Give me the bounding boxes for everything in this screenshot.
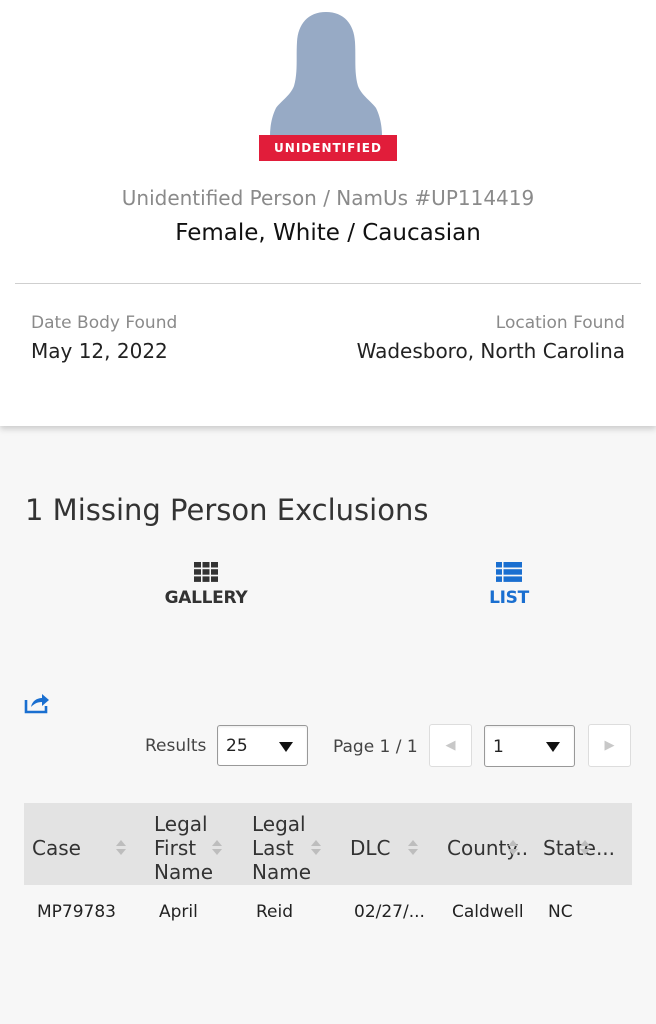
- results-per-page-select[interactable]: 25: [217, 725, 308, 766]
- sort-icon[interactable]: [311, 838, 321, 858]
- tab-list[interactable]: LIST: [449, 562, 569, 608]
- column-header-first-name[interactable]: Legal First Name: [154, 812, 213, 884]
- cell-case[interactable]: MP79783: [37, 902, 116, 922]
- sort-icon[interactable]: [580, 838, 590, 858]
- page-info: Page 1 / 1: [333, 737, 418, 757]
- cell-state: NC: [548, 902, 573, 922]
- person-silhouette-icon: [270, 12, 382, 136]
- share-export-icon[interactable]: [24, 692, 50, 714]
- tab-list-label: LIST: [489, 588, 529, 608]
- date-found-label: Date Body Found: [31, 313, 178, 333]
- column-header-last-name[interactable]: Legal Last Name: [252, 812, 311, 884]
- caret-down-icon: [546, 742, 560, 752]
- case-title: Unidentified Person / NamUs #UP114419: [121, 186, 535, 210]
- sort-icon[interactable]: [212, 838, 222, 858]
- divider: [15, 283, 641, 284]
- results-label: Results: [145, 736, 207, 756]
- cell-first-name: April: [159, 902, 198, 922]
- caret-down-icon: [279, 742, 293, 752]
- location-found-label: Location Found: [495, 313, 625, 333]
- table-header: Case Legal First Name Legal Last Name DL…: [24, 803, 632, 885]
- results-per-page-value: 25: [226, 736, 248, 756]
- page-select[interactable]: 1: [484, 725, 575, 767]
- cell-last-name: Reid: [256, 902, 294, 922]
- grid-icon: [194, 562, 218, 582]
- location-found-value: Wadesboro, North Carolina: [356, 339, 625, 363]
- next-page-button[interactable]: ▶: [588, 724, 631, 767]
- profile-card: UNIDENTIFIED Unidentified Person / NamUs…: [0, 0, 656, 426]
- cell-dlc: 02/27/...: [354, 902, 425, 922]
- list-icon: [496, 562, 522, 582]
- sort-icon[interactable]: [408, 838, 418, 858]
- prev-page-button[interactable]: ◀: [429, 724, 472, 767]
- table-row[interactable]: MP79783 April Reid 02/27/... Caldwell NC: [24, 885, 632, 941]
- sort-icon[interactable]: [508, 838, 518, 858]
- case-subtitle: Female, White / Caucasian: [175, 220, 481, 246]
- section-title: 1 Missing Person Exclusions: [25, 493, 429, 527]
- sort-icon[interactable]: [116, 838, 126, 858]
- tab-gallery[interactable]: GALLERY: [146, 562, 266, 608]
- date-found-value: May 12, 2022: [31, 339, 168, 363]
- tab-gallery-label: GALLERY: [164, 588, 248, 608]
- page-select-value: 1: [493, 737, 504, 757]
- column-header-dlc[interactable]: DLC: [350, 836, 391, 860]
- cell-county: Caldwell: [452, 902, 524, 922]
- unidentified-badge: UNIDENTIFIED: [259, 135, 397, 161]
- column-header-case[interactable]: Case: [32, 836, 81, 860]
